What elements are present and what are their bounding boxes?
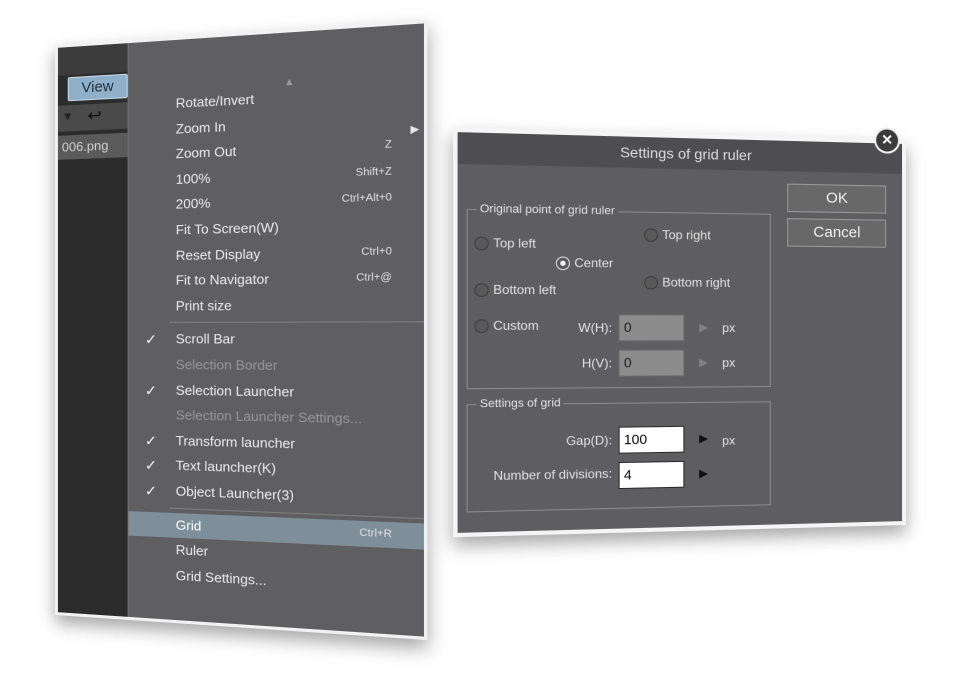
menu-item-label: Grid Settings... xyxy=(175,567,267,589)
grid-ruler-dialog-screenshot: Settings of grid ruler ✕ OK Cancel Origi… xyxy=(453,127,906,538)
view-menu-tab[interactable]: View xyxy=(67,73,128,102)
radio-icon xyxy=(644,276,659,290)
w-label: W(H): xyxy=(578,320,613,336)
divisions-input[interactable]: 4 xyxy=(618,460,685,490)
radio-top-left[interactable]: Top left xyxy=(474,233,536,253)
h-stepper-icon[interactable]: ▶ xyxy=(699,356,708,369)
cancel-button[interactable]: Cancel xyxy=(787,218,887,248)
menu-item-label: 100% xyxy=(175,170,211,187)
menu-item-label: Reset Display xyxy=(175,245,261,263)
app-menubar xyxy=(57,43,128,76)
menu-item-label: Text launcher(K) xyxy=(175,457,276,477)
radio-icon xyxy=(474,236,489,251)
menu-item-label: Zoom In xyxy=(175,118,226,137)
radio-label: Bottom left xyxy=(493,282,557,298)
dropdown-arrow-icon[interactable]: ▼ xyxy=(62,109,74,124)
menu-item-reset-display[interactable]: Reset Display Ctrl+0 xyxy=(129,238,424,268)
menu-item-label: Object Launcher(3) xyxy=(175,483,294,504)
radio-label: Custom xyxy=(493,318,539,334)
menu-item-label: Selection Border xyxy=(175,356,278,374)
origin-group: Original point of grid ruler Top left To… xyxy=(466,201,771,390)
menu-item-label: Transform launcher xyxy=(175,432,296,452)
menu-separator xyxy=(169,321,424,324)
view-menu-screenshot: View ▼ ↩ 006.png ▲ ▶ Rotate/Invert Zoom I… xyxy=(55,19,428,641)
menu-item-label: 200% xyxy=(175,195,211,213)
radio-bottom-right[interactable]: Bottom right xyxy=(644,273,730,292)
toolbar: ▼ ↩ xyxy=(57,102,128,132)
grid-settings-group: Settings of grid Gap(D): 100 ▶ px Number… xyxy=(466,395,771,513)
menu-item-shortcut: Ctrl+Alt+0 xyxy=(341,192,392,206)
checkmark-icon: ✓ xyxy=(144,331,157,348)
menu-item-label: Rotate/Invert xyxy=(175,91,255,111)
radio-selected-icon xyxy=(555,256,571,271)
menu-item-label: Scroll Bar xyxy=(175,331,235,348)
checkmark-icon: ✓ xyxy=(144,431,157,449)
close-icon[interactable]: ✕ xyxy=(874,127,901,154)
gap-stepper-icon[interactable]: ▶ xyxy=(699,432,708,445)
menu-item-label: Fit to Navigator xyxy=(175,271,269,289)
menu-item-label: Grid xyxy=(175,516,202,534)
radio-label: Center xyxy=(574,255,614,271)
menu-item-shortcut: Z xyxy=(384,139,392,152)
w-stepper-icon[interactable]: ▶ xyxy=(699,321,708,334)
gap-unit: px xyxy=(722,433,736,448)
radio-center[interactable]: Center xyxy=(555,253,614,272)
menu-item-label: Zoom Out xyxy=(175,143,237,162)
gap-label: Gap(D): xyxy=(565,432,613,449)
menu-item-label: Selection Launcher xyxy=(175,382,295,400)
menu-item-label: Fit To Screen(W) xyxy=(175,219,279,238)
radio-icon xyxy=(474,319,489,334)
app-sidebar: View ▼ ↩ 006.png xyxy=(57,43,128,617)
ok-button[interactable]: OK xyxy=(787,183,887,214)
menu-item-scroll-bar[interactable]: ✓ Scroll Bar xyxy=(129,327,424,353)
radio-icon xyxy=(474,283,489,298)
menu-item-print-size[interactable]: Print size xyxy=(129,292,424,319)
radio-label: Bottom right xyxy=(662,275,731,290)
radio-top-right[interactable]: Top right xyxy=(644,225,711,244)
undo-icon[interactable]: ↩ xyxy=(88,106,102,127)
app-window: View ▼ ↩ 006.png ▲ ▶ Rotate/Invert Zoom I… xyxy=(57,23,424,637)
divisions-stepper-icon[interactable]: ▶ xyxy=(699,467,708,481)
menu-item-label: Selection Launcher Settings... xyxy=(175,407,363,427)
grid-ruler-settings-dialog: Settings of grid ruler ✕ OK Cancel Origi… xyxy=(457,127,903,533)
divisions-label: Number of divisions: xyxy=(493,466,613,484)
radio-label: Top right xyxy=(662,227,711,243)
h-label: H(V): xyxy=(581,355,613,371)
checkmark-icon: ✓ xyxy=(144,381,157,399)
menu-item-label: Ruler xyxy=(175,542,209,560)
menu-item-shortcut: Ctrl+@ xyxy=(356,271,392,285)
menu-item-selection-border: Selection Border xyxy=(129,352,424,380)
radio-bottom-left[interactable]: Bottom left xyxy=(474,280,556,299)
w-input[interactable]: 0 xyxy=(618,314,685,342)
origin-group-title: Original point of grid ruler xyxy=(476,201,619,219)
w-unit: px xyxy=(722,320,736,336)
grid-group-title: Settings of grid xyxy=(476,395,564,412)
menu-item-shortcut: Ctrl+0 xyxy=(361,245,392,258)
checkmark-icon: ✓ xyxy=(144,482,157,499)
menu-item-label: Print size xyxy=(175,297,232,314)
h-unit: px xyxy=(722,355,736,370)
h-input[interactable]: 0 xyxy=(618,349,685,377)
gap-input[interactable]: 100 xyxy=(618,425,685,454)
radio-custom[interactable]: Custom xyxy=(474,316,539,335)
dialog-title: Settings of grid ruler xyxy=(457,132,903,174)
checkmark-icon: ✓ xyxy=(144,457,157,474)
menu-item-shortcut: Shift+Z xyxy=(355,165,392,179)
radio-label: Top left xyxy=(493,235,536,251)
menu-item-shortcut: Ctrl+R xyxy=(359,526,392,541)
menu-item-fit-to-navigator[interactable]: Fit to Navigator Ctrl+@ xyxy=(129,265,424,294)
file-tab[interactable]: 006.png xyxy=(57,132,128,160)
radio-icon xyxy=(644,228,659,243)
view-dropdown-menu: ▲ ▶ Rotate/Invert Zoom In Zoom Out Z 100% Shi… xyxy=(127,23,424,637)
